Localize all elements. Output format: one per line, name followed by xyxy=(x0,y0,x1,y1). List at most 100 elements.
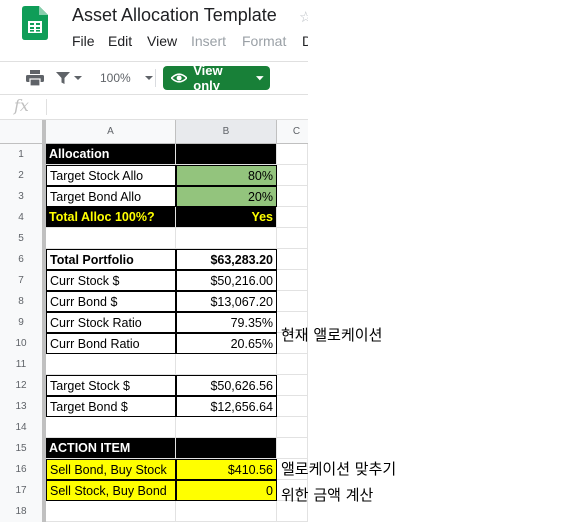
cell-a6[interactable]: Total Portfolio xyxy=(46,249,176,270)
cell-a1[interactable]: Allocation xyxy=(46,144,176,165)
table-row: 11 xyxy=(0,354,308,375)
cell-b16[interactable]: $410.56 xyxy=(176,459,277,480)
cell-b9[interactable]: 79.35% xyxy=(176,312,277,333)
row-number[interactable]: 18 xyxy=(0,501,46,522)
cell-a9[interactable]: Curr Stock Ratio xyxy=(46,312,176,333)
cell-c14[interactable] xyxy=(277,417,308,438)
cell-b4[interactable]: Yes xyxy=(176,207,277,228)
cell-a2[interactable]: Target Stock Allo xyxy=(46,165,176,186)
chevron-down-icon xyxy=(144,76,153,80)
table-row: 17 Sell Stock, Buy Bond 0 xyxy=(0,480,308,501)
row-number[interactable]: 10 xyxy=(0,333,46,354)
row-number[interactable]: 12 xyxy=(0,375,46,396)
cell-b12[interactable]: $50,626.56 xyxy=(176,375,277,396)
select-all-corner[interactable] xyxy=(0,120,46,144)
cell-c13[interactable] xyxy=(277,396,308,417)
cell-b15[interactable] xyxy=(176,438,277,459)
row-number[interactable]: 3 xyxy=(0,186,46,207)
zoom-select[interactable]: 100% xyxy=(100,62,153,94)
column-header-b[interactable]: B xyxy=(176,120,277,144)
row-number[interactable]: 9 xyxy=(0,312,46,333)
table-row: 15 ACTION ITEM xyxy=(0,438,308,459)
cell-a14[interactable] xyxy=(46,417,176,438)
eye-icon xyxy=(171,73,188,83)
cell-c7[interactable] xyxy=(277,270,308,291)
cell-b10[interactable]: 20.65% xyxy=(176,333,277,354)
cell-b7[interactable]: $50,216.00 xyxy=(176,270,277,291)
cell-a11[interactable] xyxy=(46,354,176,375)
cell-b14[interactable] xyxy=(176,417,277,438)
cell-a12[interactable]: Target Stock $ xyxy=(46,375,176,396)
row-number[interactable]: 16 xyxy=(0,459,46,480)
cell-b3[interactable]: 20% xyxy=(176,186,277,207)
menu-data[interactable]: D xyxy=(302,33,308,49)
cell-c1[interactable] xyxy=(277,144,308,165)
cell-a4[interactable]: Total Alloc 100%? xyxy=(46,207,176,228)
cell-c4[interactable] xyxy=(277,207,308,228)
cell-a7[interactable]: Curr Stock $ xyxy=(46,270,176,291)
filter-button[interactable] xyxy=(56,62,82,94)
menu-format[interactable]: Format xyxy=(242,33,286,49)
row-number[interactable]: 17 xyxy=(0,480,46,501)
menu-edit[interactable]: Edit xyxy=(108,33,132,49)
column-header-c[interactable]: C xyxy=(277,120,308,144)
cell-c11[interactable] xyxy=(277,354,308,375)
row-number[interactable]: 8 xyxy=(0,291,46,312)
table-row: 12 Target Stock $ $50,626.56 xyxy=(0,375,308,396)
table-row: 9 Curr Stock Ratio 79.35% xyxy=(0,312,308,333)
row-number[interactable]: 7 xyxy=(0,270,46,291)
cell-a8[interactable]: Curr Bond $ xyxy=(46,291,176,312)
row-number[interactable]: 6 xyxy=(0,249,46,270)
cell-b6[interactable]: $63,283.20 xyxy=(176,249,277,270)
table-row: 16 Sell Bond, Buy Stock $410.56 xyxy=(0,459,308,480)
cell-c8[interactable] xyxy=(277,291,308,312)
cell-b11[interactable] xyxy=(176,354,277,375)
cell-a10[interactable]: Curr Bond Ratio xyxy=(46,333,176,354)
cell-c2[interactable] xyxy=(277,165,308,186)
cell-c3[interactable] xyxy=(277,186,308,207)
row-number[interactable]: 11 xyxy=(0,354,46,375)
cell-b2[interactable]: 80% xyxy=(176,165,277,186)
row-number[interactable]: 4 xyxy=(0,207,46,228)
cell-a15[interactable]: ACTION ITEM xyxy=(46,438,176,459)
table-row: 4 Total Alloc 100%? Yes xyxy=(0,207,308,228)
cell-a18[interactable] xyxy=(46,501,176,522)
row-number[interactable]: 5 xyxy=(0,228,46,249)
star-icon[interactable]: ☆ xyxy=(299,8,308,26)
column-header-a[interactable]: A xyxy=(46,120,176,144)
row-number[interactable]: 14 xyxy=(0,417,46,438)
cell-a16[interactable]: Sell Bond, Buy Stock xyxy=(46,459,176,480)
note-current-allocation: 현재 앨로케이션 xyxy=(281,326,383,344)
sheets-logo-icon[interactable] xyxy=(22,6,48,40)
table-row: 6 Total Portfolio $63,283.20 xyxy=(0,249,308,270)
row-number[interactable]: 2 xyxy=(0,165,46,186)
cell-c6[interactable] xyxy=(277,249,308,270)
cell-a17[interactable]: Sell Stock, Buy Bond xyxy=(46,480,176,501)
cell-b5[interactable] xyxy=(176,228,277,249)
cell-b8[interactable]: $13,067.20 xyxy=(176,291,277,312)
cell-c15[interactable] xyxy=(277,438,308,459)
view-only-button[interactable]: View only xyxy=(163,63,270,93)
table-row: 3 Target Bond Allo 20% xyxy=(0,186,308,207)
table-row: 14 xyxy=(0,417,308,438)
document-title[interactable]: Asset Allocation Template xyxy=(72,5,277,26)
menu-file[interactable]: File xyxy=(72,33,95,49)
row-number[interactable]: 1 xyxy=(0,144,46,165)
cell-b18[interactable] xyxy=(176,501,277,522)
menu-view[interactable]: View xyxy=(147,33,177,49)
table-row: 5 xyxy=(0,228,308,249)
cell-b1[interactable] xyxy=(176,144,277,165)
cell-b17[interactable]: 0 xyxy=(176,480,277,501)
cell-c12[interactable] xyxy=(277,375,308,396)
cell-a3[interactable]: Target Bond Allo xyxy=(46,186,176,207)
formula-divider xyxy=(46,99,47,115)
row-number[interactable]: 15 xyxy=(0,438,46,459)
zoom-level: 100% xyxy=(100,71,131,85)
cell-c5[interactable] xyxy=(277,228,308,249)
cell-a5[interactable] xyxy=(46,228,176,249)
print-button[interactable] xyxy=(26,62,44,94)
menu-insert[interactable]: Insert xyxy=(191,33,226,49)
cell-a13[interactable]: Target Bond $ xyxy=(46,396,176,417)
cell-b13[interactable]: $12,656.64 xyxy=(176,396,277,417)
row-number[interactable]: 13 xyxy=(0,396,46,417)
